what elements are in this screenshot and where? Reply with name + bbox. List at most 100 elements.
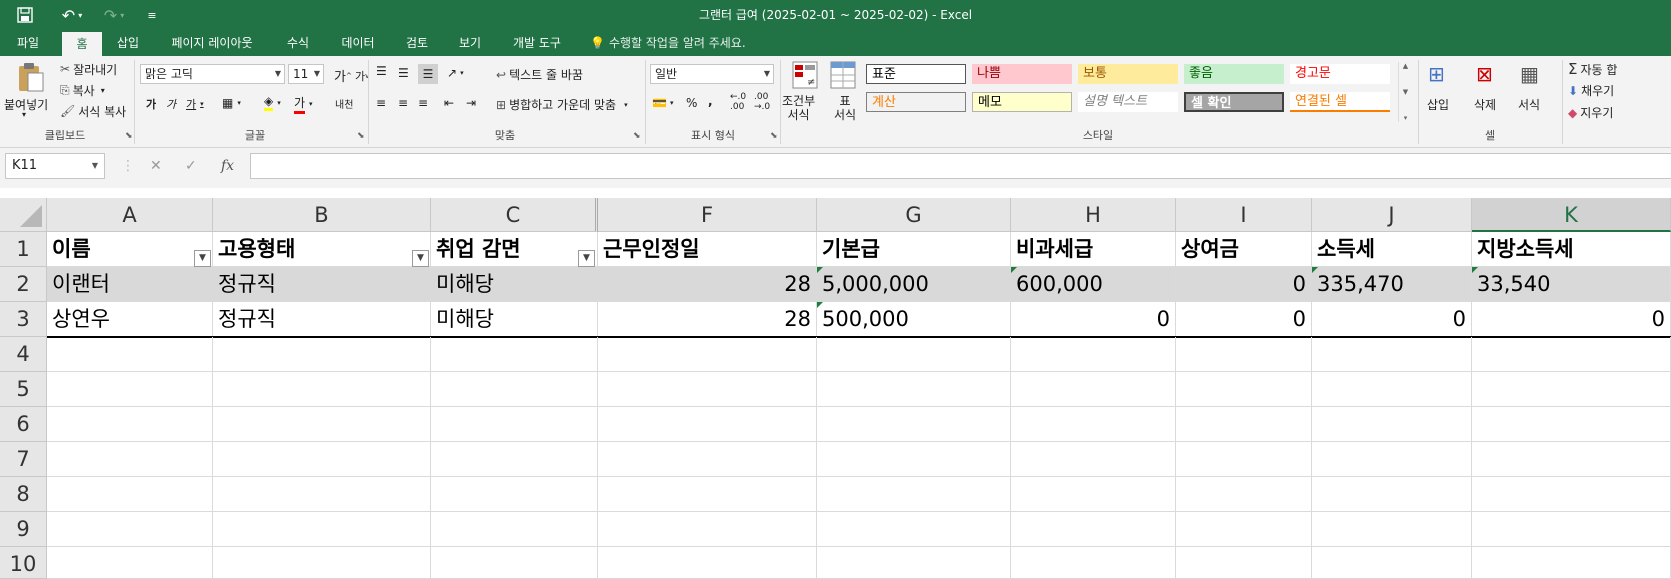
empty-cell[interactable] <box>213 337 431 372</box>
style-normal[interactable]: 표준 <box>866 64 966 84</box>
empty-cell[interactable] <box>1011 547 1176 579</box>
copy-button[interactable]: ⎘ 복사 ▾ <box>60 81 105 99</box>
empty-cell[interactable] <box>1011 337 1176 372</box>
empty-cell[interactable] <box>817 372 1011 407</box>
format-as-table-icon[interactable] <box>828 60 858 90</box>
table-cell[interactable]: 미해당 <box>431 302 598 337</box>
align-middle-icon[interactable]: ☰ <box>398 66 409 80</box>
table-cell[interactable]: 0 <box>1176 267 1312 302</box>
format-painter-button[interactable]: 🖌 서식 복사 <box>60 102 126 120</box>
tab-page-layout[interactable]: 페이지 레이아웃 <box>162 30 262 56</box>
tab-file[interactable]: 파일 <box>8 30 48 56</box>
style-bad[interactable]: 나쁨 <box>972 64 1072 84</box>
empty-cell[interactable] <box>1176 477 1312 512</box>
underline-button[interactable]: 가 ▾ <box>186 96 204 112</box>
empty-cell[interactable] <box>47 512 213 547</box>
empty-cell[interactable] <box>598 442 817 477</box>
column-header-i[interactable]: I <box>1176 198 1312 232</box>
empty-cell[interactable] <box>598 512 817 547</box>
bold-button[interactable]: 가 <box>146 96 156 112</box>
empty-cell[interactable] <box>1011 477 1176 512</box>
empty-cell[interactable] <box>1176 407 1312 442</box>
table-cell[interactable]: 0 <box>1312 302 1472 337</box>
table-cell[interactable]: 미해당 <box>431 267 598 302</box>
style-calculation[interactable]: 계산 <box>866 92 966 112</box>
empty-cell[interactable] <box>213 407 431 442</box>
italic-button[interactable]: 가 <box>166 96 176 112</box>
format-as-table-button[interactable]: 표 서식 <box>834 94 856 122</box>
empty-cell[interactable] <box>1472 477 1671 512</box>
align-right-icon[interactable]: ≡ <box>418 96 428 110</box>
column-header-h[interactable]: H <box>1011 198 1176 232</box>
empty-cell[interactable] <box>431 442 598 477</box>
empty-cell[interactable] <box>598 547 817 579</box>
paste-dropdown-icon[interactable]: ▾ <box>22 110 26 119</box>
tab-developer[interactable]: 개발 도구 <box>505 30 569 56</box>
table-header-cell[interactable]: 취업 감면 <box>431 232 598 267</box>
empty-cell[interactable] <box>47 477 213 512</box>
style-check-cell[interactable]: 셀 확인 <box>1184 92 1284 112</box>
empty-cell[interactable] <box>47 442 213 477</box>
clipboard-launcher-icon[interactable]: ⬊ <box>125 131 133 141</box>
decrease-indent-icon[interactable]: ⇤ <box>444 96 454 110</box>
empty-cell[interactable] <box>1472 407 1671 442</box>
fill-color-icon[interactable]: ◈ ▾ <box>264 94 281 111</box>
empty-cell[interactable] <box>431 512 598 547</box>
table-cell[interactable]: 5,000,000 <box>817 267 1011 302</box>
table-cell[interactable]: 33,540 <box>1472 267 1671 302</box>
increase-decimal-button[interactable]: ←.0 .00 <box>730 92 746 112</box>
empty-cell[interactable] <box>598 372 817 407</box>
table-cell[interactable]: 정규직 <box>213 302 431 337</box>
tab-insert[interactable]: 삽입 <box>108 30 148 56</box>
conditional-formatting-icon[interactable]: ≠ <box>790 60 820 90</box>
filter-dropdown-icon[interactable]: ▼ <box>412 250 429 267</box>
empty-cell[interactable] <box>817 477 1011 512</box>
increase-indent-icon[interactable]: ⇥ <box>466 96 476 110</box>
cut-button[interactable]: ✂ 잘라내기 <box>60 60 117 78</box>
table-header-cell[interactable]: 지방소득세 <box>1472 232 1671 267</box>
empty-cell[interactable] <box>213 512 431 547</box>
tell-me-search[interactable]: 💡 수행할 작업을 알려 주세요. <box>590 30 746 56</box>
clear-button[interactable]: ◆ 지우기 <box>1568 104 1613 121</box>
column-header-b[interactable]: B <box>213 198 431 232</box>
empty-cell[interactable] <box>598 407 817 442</box>
empty-cell[interactable] <box>1472 547 1671 579</box>
comma-style-button[interactable]: , <box>708 94 713 108</box>
formula-input[interactable] <box>250 153 1671 179</box>
empty-cell[interactable] <box>1472 337 1671 372</box>
paste-button[interactable]: 붙여넣기 <box>4 96 48 113</box>
row-header[interactable]: 2 <box>0 267 47 302</box>
empty-cell[interactable] <box>817 512 1011 547</box>
empty-cell[interactable] <box>1176 372 1312 407</box>
align-left-icon[interactable]: ≡ <box>376 96 386 110</box>
column-header-j[interactable]: J <box>1312 198 1472 232</box>
table-header-cell[interactable]: 이름 <box>47 232 213 267</box>
empty-cell[interactable] <box>1312 547 1472 579</box>
column-header-c[interactable]: C <box>431 198 598 232</box>
table-cell[interactable]: 28 <box>598 302 817 337</box>
empty-cell[interactable] <box>431 372 598 407</box>
empty-cell[interactable] <box>1472 372 1671 407</box>
tab-data[interactable]: 데이터 <box>333 30 383 56</box>
empty-cell[interactable] <box>1312 477 1472 512</box>
conditional-formatting-button[interactable]: 조건부 서식 <box>782 94 815 122</box>
grow-font-button[interactable]: 가 ^ <box>334 66 352 85</box>
align-center-icon[interactable]: ≡ <box>398 96 408 110</box>
table-cell[interactable]: 500,000 <box>817 302 1011 337</box>
insert-cells-icon[interactable]: ⊞ <box>1428 62 1445 86</box>
empty-cell[interactable] <box>1176 547 1312 579</box>
row-header[interactable]: 7 <box>0 442 47 477</box>
wrap-text-button[interactable]: ↩ 텍스트 줄 바꿈 <box>496 66 583 83</box>
empty-cell[interactable] <box>598 477 817 512</box>
table-header-cell[interactable]: 고용형태 <box>213 232 431 267</box>
empty-cell[interactable] <box>817 547 1011 579</box>
table-cell[interactable]: 335,470 <box>1312 267 1472 302</box>
empty-cell[interactable] <box>47 407 213 442</box>
empty-cell[interactable] <box>1011 512 1176 547</box>
merge-center-button[interactable]: ⊞ 병합하고 가운데 맞춤 ▾ <box>496 96 628 113</box>
style-note[interactable]: 메모 <box>972 92 1072 112</box>
empty-cell[interactable] <box>213 547 431 579</box>
number-format-combo[interactable]: 일반 ▼ <box>650 64 774 84</box>
empty-cell[interactable] <box>1176 337 1312 372</box>
autosum-button[interactable]: Σ 자동 합 <box>1568 60 1617 78</box>
